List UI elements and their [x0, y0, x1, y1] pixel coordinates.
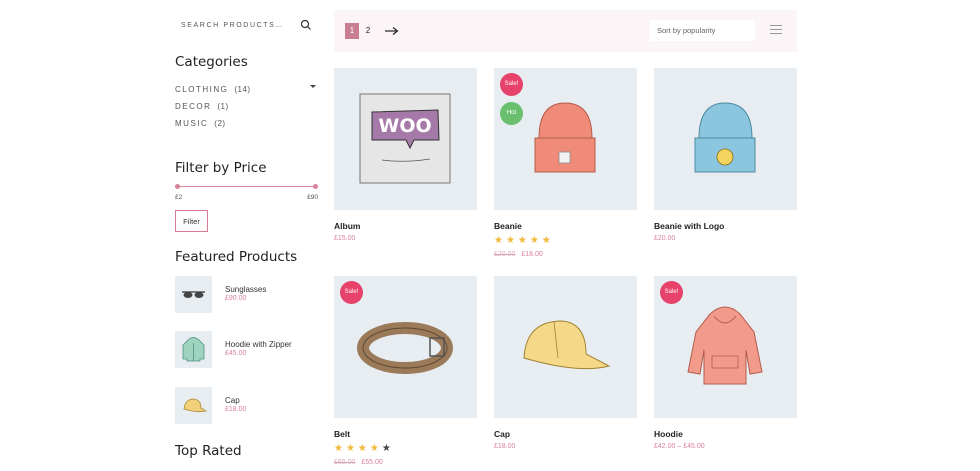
beanie-logo-image	[694, 102, 756, 173]
sunglasses-icon	[182, 291, 205, 298]
product-name[interactable]: Beanie	[494, 221, 637, 231]
featured-price: £45.00	[225, 350, 247, 357]
cap-icon	[183, 398, 208, 413]
filter-price-title: Filter by Price	[175, 160, 267, 176]
arrow-right-icon[interactable]	[385, 26, 399, 36]
product-price: £65.00 £55.00	[334, 459, 477, 466]
svg-text:WOO: WOO	[378, 115, 431, 137]
price-slider-track	[177, 186, 316, 187]
hoodie-icon	[182, 337, 205, 362]
product-card[interactable]: Sale! Hoodie £42.00 – £45.00	[654, 276, 797, 450]
product-card[interactable]: Sale! Hot Beanie ★★★★★ £20.00 £18.00	[494, 68, 637, 258]
product-current-price: £20.00	[654, 235, 676, 242]
featured-thumb[interactable]	[175, 387, 212, 424]
hot-badge: Hot	[500, 102, 523, 125]
category-label: CLOTHING	[175, 85, 229, 94]
product-price: £18.00	[494, 443, 637, 450]
product-image[interactable]	[654, 68, 797, 210]
album-image: WOO	[359, 93, 451, 184]
price-min-label: £2	[175, 194, 183, 201]
category-item-clothing[interactable]: CLOTHING (14)	[175, 81, 320, 98]
sale-badge: Sale!	[660, 281, 683, 304]
featured-products-title: Featured Products	[175, 249, 298, 265]
product-current-price: £15.00	[334, 235, 356, 242]
product-current-price: £42.00 – £45.00	[654, 443, 705, 450]
search-form	[175, 14, 320, 37]
top-rated-title: Top Rated	[175, 443, 242, 459]
product-name[interactable]: Album	[334, 221, 477, 231]
search-icon[interactable]	[300, 19, 312, 31]
pagination-page[interactable]: 2	[361, 23, 375, 39]
featured-name[interactable]: Cap	[225, 396, 240, 405]
price-range-labels: £2 £90	[175, 194, 320, 201]
product-current-price: £18.00	[494, 443, 516, 450]
category-count: (2)	[214, 119, 226, 128]
product-card[interactable]: Cap £18.00	[494, 276, 637, 450]
price-slider[interactable]	[175, 184, 318, 190]
product-name[interactable]: Belt	[334, 429, 477, 439]
price-max-label: £90	[307, 194, 318, 201]
shop-toolbar: 1 2 Sort by popularity	[334, 10, 797, 52]
product-price: £20.00	[654, 235, 797, 242]
product-current-price: £18.00	[521, 251, 543, 258]
featured-item[interactable]: Hoodie with Zipper £45.00	[175, 331, 320, 369]
category-count: (1)	[217, 102, 229, 111]
product-image[interactable]: Sale!	[654, 276, 797, 418]
chevron-down-icon[interactable]	[310, 85, 316, 88]
price-slider-max-handle[interactable]	[313, 184, 318, 189]
category-item-decor[interactable]: DECOR (1)	[175, 98, 320, 115]
search-input[interactable]	[175, 14, 295, 37]
featured-price: £18.00	[225, 406, 247, 413]
featured-item[interactable]: Sunglasses £90.00	[175, 276, 320, 314]
category-count: (14)	[234, 85, 251, 94]
product-old-price: £65.00	[334, 459, 356, 466]
menu-icon[interactable]	[770, 25, 782, 35]
category-label: DECOR	[175, 102, 212, 111]
star-rating: ★★★★★	[334, 443, 394, 454]
sale-badge: Sale!	[500, 73, 523, 96]
product-name[interactable]: Cap	[494, 429, 637, 439]
sort-select[interactable]: Sort by popularity	[650, 20, 755, 41]
category-list: CLOTHING (14) DECOR (1) MUSIC (2)	[175, 81, 320, 132]
category-label: MUSIC	[175, 119, 209, 128]
product-old-price: £20.00	[494, 251, 516, 258]
product-name[interactable]: Beanie with Logo	[654, 221, 797, 231]
product-name[interactable]: Hoodie	[654, 429, 797, 439]
sale-badge: Sale!	[340, 281, 363, 304]
featured-price: £90.00	[225, 295, 247, 302]
category-item-music[interactable]: MUSIC (2)	[175, 115, 320, 132]
product-price: £15.00	[334, 235, 477, 242]
product-image[interactable]: Sale!	[334, 276, 477, 418]
featured-item[interactable]: Cap £18.00	[175, 387, 320, 425]
price-slider-min-handle[interactable]	[175, 184, 180, 189]
product-price: £20.00 £18.00	[494, 251, 637, 258]
product-image[interactable]	[494, 276, 637, 418]
product-image[interactable]: WOO	[334, 68, 477, 210]
product-price: £42.00 – £45.00	[654, 443, 797, 450]
product-image[interactable]: Sale! Hot	[494, 68, 637, 210]
featured-name[interactable]: Hoodie with Zipper	[225, 340, 292, 349]
star-rating: ★★★★★	[494, 235, 554, 246]
product-card[interactable]: Sale! Belt ★★★★★ £65.00 £55.00	[334, 276, 477, 466]
pagination-page-current[interactable]: 1	[345, 23, 359, 39]
product-current-price: £55.00	[361, 459, 383, 466]
featured-thumb[interactable]	[175, 276, 212, 313]
featured-name[interactable]: Sunglasses	[225, 285, 266, 294]
product-card[interactable]: WOO Album £15.00	[334, 68, 477, 242]
product-card[interactable]: Beanie with Logo £20.00	[654, 68, 797, 242]
featured-thumb[interactable]	[175, 331, 212, 368]
cap-image	[523, 320, 611, 370]
categories-title: Categories	[175, 54, 248, 70]
filter-button[interactable]: Filter	[175, 210, 208, 232]
